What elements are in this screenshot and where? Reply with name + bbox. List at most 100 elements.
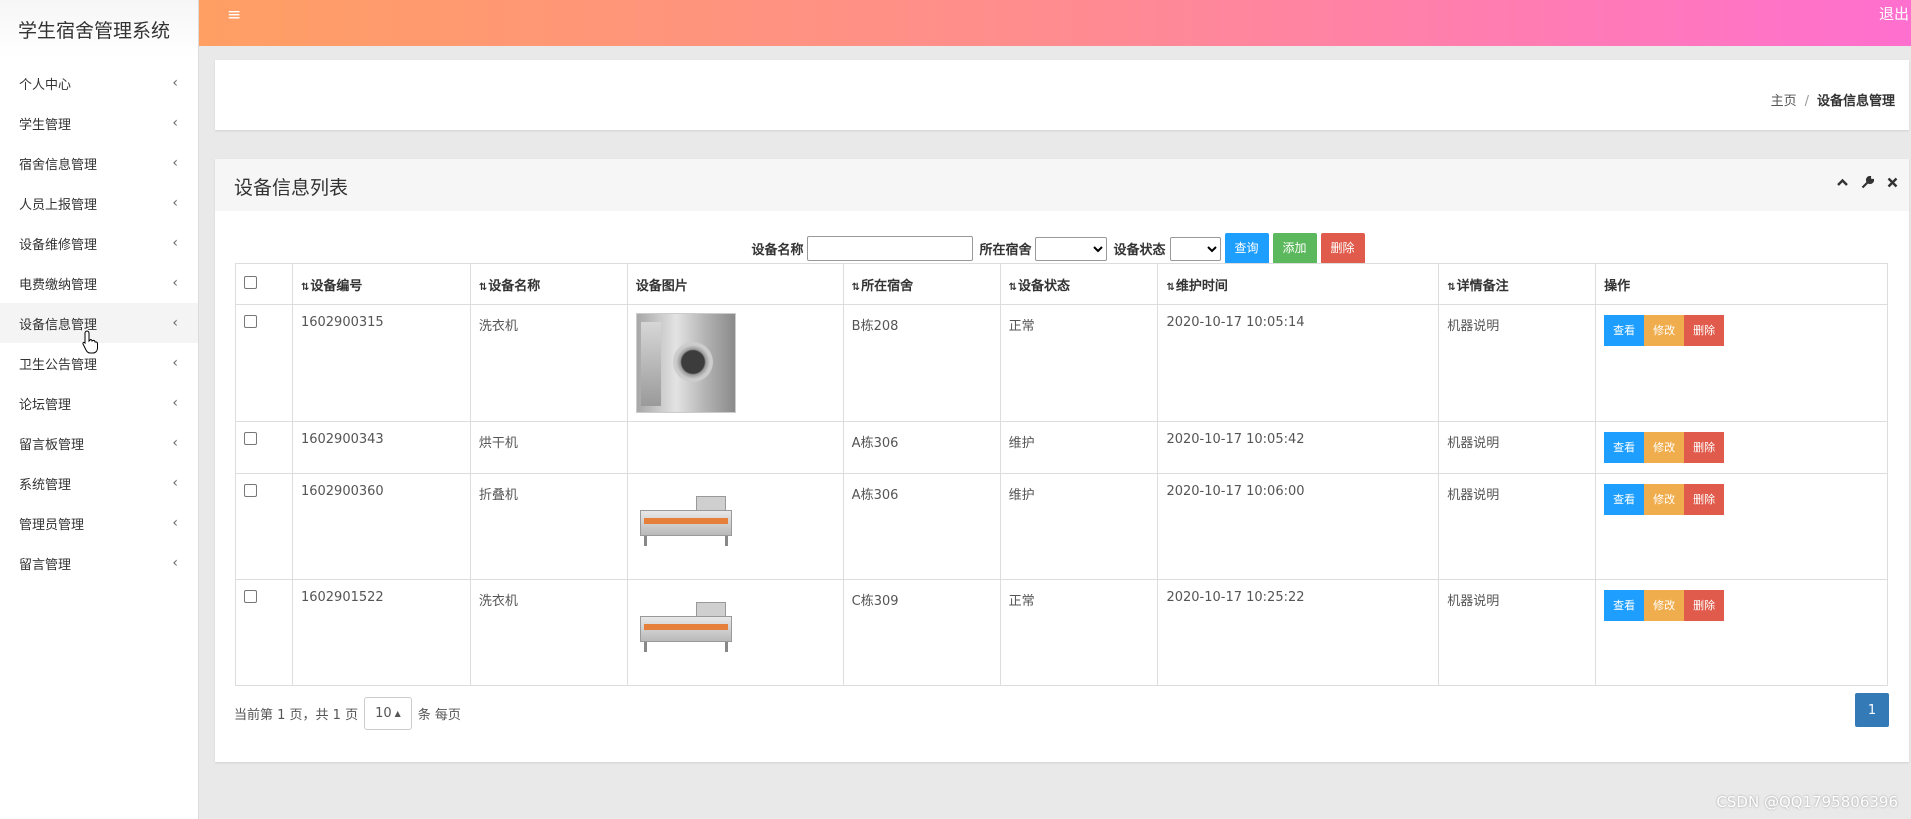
row-checkbox[interactable] xyxy=(244,432,257,445)
sidebar-item-admin[interactable]: 管理员管理 ‹ xyxy=(0,503,198,543)
cell-remark: 机器说明 xyxy=(1438,421,1597,474)
edit-button[interactable]: 修改 xyxy=(1644,315,1685,346)
view-button[interactable]: 查看 xyxy=(1604,315,1645,346)
cell-status: 正常 xyxy=(999,304,1159,422)
table-row: 1602900360 折叠机 A栋306 维护 2020-10-17 10:06… xyxy=(235,473,1888,580)
cell-status: 维护 xyxy=(999,473,1159,580)
delete-button[interactable]: 删除 xyxy=(1684,432,1725,463)
cell-dorm: A栋306 xyxy=(842,421,1001,474)
sidebar: 学生宿舍管理系统 个人中心 ‹ 学生管理 ‹ 宿舍信息管理 ‹ 人员上报管理 ‹ 设备维… xyxy=(0,0,199,819)
delete-button[interactable]: 删除 xyxy=(1684,315,1725,346)
cell-remark: 机器说明 xyxy=(1438,304,1597,422)
chevron-left-icon: ‹ xyxy=(172,235,178,251)
sidebar-item-equipment-info[interactable]: 设备信息管理 ‹ xyxy=(0,303,198,343)
cell-name: 折叠机 xyxy=(469,473,628,580)
column-header-name[interactable]: 设备名称 xyxy=(469,263,628,305)
view-button[interactable]: 查看 xyxy=(1604,432,1645,463)
sidebar-item-label: 系统管理 xyxy=(19,477,72,493)
select-all-checkbox[interactable] xyxy=(244,275,257,289)
equipment-name-input[interactable] xyxy=(807,236,974,261)
chevron-left-icon: ‹ xyxy=(172,75,178,91)
cell-ops: 查看 修改 删除 xyxy=(1595,304,1888,422)
page-button-1[interactable]: 1 xyxy=(1855,693,1889,727)
column-header-status[interactable]: 设备状态 xyxy=(999,263,1159,305)
status-select[interactable] xyxy=(1169,236,1221,261)
cell-code: 1602900315 xyxy=(291,304,471,422)
logout-link[interactable]: 退出 xyxy=(1879,3,1909,24)
page-size-select[interactable]: 10 ▲ xyxy=(364,697,412,730)
sidebar-item-system[interactable]: 系统管理 ‹ xyxy=(0,463,198,503)
panel-title: 设备信息列表 xyxy=(234,177,349,199)
sidebar-item-label: 设备维修管理 xyxy=(19,237,98,253)
sidebar-item-personal-center[interactable]: 个人中心 ‹ xyxy=(0,63,198,103)
sidebar-item-label: 个人中心 xyxy=(19,77,72,93)
chevron-left-icon: ‹ xyxy=(172,275,178,291)
wrench-icon[interactable] xyxy=(1861,176,1874,189)
query-button[interactable]: 查询 xyxy=(1224,233,1269,264)
column-header-code[interactable]: 设备编号 xyxy=(291,263,471,305)
table-row: 1602900315 洗衣机 B栋208 正常 2020-10-17 10:05… xyxy=(235,304,1888,422)
dorm-select[interactable] xyxy=(1035,236,1108,261)
page-info-text: 当前第 1 页，共 1 页 xyxy=(234,708,359,723)
sidebar-item-equipment-repair[interactable]: 设备维修管理 ‹ xyxy=(0,223,198,263)
chevron-left-icon: ‹ xyxy=(172,395,178,411)
sidebar-item-electricity-payment[interactable]: 电费缴纳管理 ‹ xyxy=(0,263,198,303)
cell-status: 维护 xyxy=(999,421,1159,474)
cell-dorm: B栋208 xyxy=(842,304,1001,422)
column-header-dorm[interactable]: 所在宿舍 xyxy=(842,263,1001,305)
edit-button[interactable]: 修改 xyxy=(1644,484,1685,515)
cell-dorm: A栋306 xyxy=(842,473,1001,580)
cell-code: 1602901522 xyxy=(291,579,471,686)
chevron-left-icon: ‹ xyxy=(172,355,178,371)
column-header-remark[interactable]: 详情备注 xyxy=(1438,263,1597,305)
sidebar-item-label: 论坛管理 xyxy=(19,397,72,413)
add-button[interactable]: 添加 xyxy=(1272,233,1317,264)
row-checkbox[interactable] xyxy=(244,590,257,603)
sidebar-item-hygiene-notice[interactable]: 卫生公告管理 ‹ xyxy=(0,343,198,383)
status-label: 设备状态 xyxy=(1113,243,1166,258)
cell-ops: 查看 修改 删除 xyxy=(1595,473,1888,580)
sidebar-item-messages[interactable]: 留言管理 ‹ xyxy=(0,543,198,583)
chevron-up-icon[interactable] xyxy=(1836,176,1849,189)
column-header-time[interactable]: 维护时间 xyxy=(1157,263,1440,305)
cell-image xyxy=(626,473,844,580)
sidebar-item-label: 宿舍信息管理 xyxy=(19,157,98,173)
sidebar-item-label: 留言管理 xyxy=(19,557,72,573)
cell-ops: 查看 修改 删除 xyxy=(1595,579,1888,686)
sidebar-item-message-board[interactable]: 留言板管理 ‹ xyxy=(0,423,198,463)
watermark: CSDN @QQ1795806396 xyxy=(1716,793,1898,811)
sidebar-item-forum[interactable]: 论坛管理 ‹ xyxy=(0,383,198,423)
delete-button[interactable]: 删除 xyxy=(1684,484,1725,515)
chevron-left-icon: ‹ xyxy=(172,515,178,531)
cell-remark: 机器说明 xyxy=(1438,473,1597,580)
close-icon[interactable] xyxy=(1886,176,1899,189)
breadcrumb-home[interactable]: 主页 xyxy=(1771,94,1797,109)
breadcrumb-current: 设备信息管理 xyxy=(1816,94,1895,109)
page-size-value: 10 xyxy=(375,706,392,721)
batch-delete-button[interactable]: 删除 xyxy=(1320,233,1365,264)
sidebar-item-personnel-report[interactable]: 人员上报管理 ‹ xyxy=(0,183,198,223)
breadcrumb-separator: / xyxy=(1804,94,1809,109)
sidebar-item-label: 管理员管理 xyxy=(19,517,85,533)
equipment-table: 设备编号 设备名称 设备图片 所在宿舍 设备状态 维护时间 详情备注 操作 16… xyxy=(235,263,1888,686)
menu-toggle-icon[interactable]: ≡ xyxy=(227,5,241,25)
breadcrumb: 主页 / 设备信息管理 xyxy=(1771,90,1895,109)
delete-button[interactable]: 删除 xyxy=(1684,590,1725,621)
row-select-cell xyxy=(235,473,293,580)
ironer-image xyxy=(636,492,736,556)
cell-code: 1602900360 xyxy=(291,473,471,580)
chevron-left-icon: ‹ xyxy=(172,555,178,571)
row-select-cell xyxy=(235,421,293,474)
chevron-left-icon: ‹ xyxy=(172,475,178,491)
view-button[interactable]: 查看 xyxy=(1604,590,1645,621)
edit-button[interactable]: 修改 xyxy=(1644,590,1685,621)
cell-image xyxy=(626,421,844,474)
row-checkbox[interactable] xyxy=(244,484,257,497)
sidebar-item-student-management[interactable]: 学生管理 ‹ xyxy=(0,103,198,143)
view-button[interactable]: 查看 xyxy=(1604,484,1645,515)
column-header-ops: 操作 xyxy=(1595,263,1888,305)
row-checkbox[interactable] xyxy=(244,315,257,328)
sidebar-item-dorm-info[interactable]: 宿舍信息管理 ‹ xyxy=(0,143,198,183)
chevron-left-icon: ‹ xyxy=(172,435,178,451)
edit-button[interactable]: 修改 xyxy=(1644,432,1685,463)
